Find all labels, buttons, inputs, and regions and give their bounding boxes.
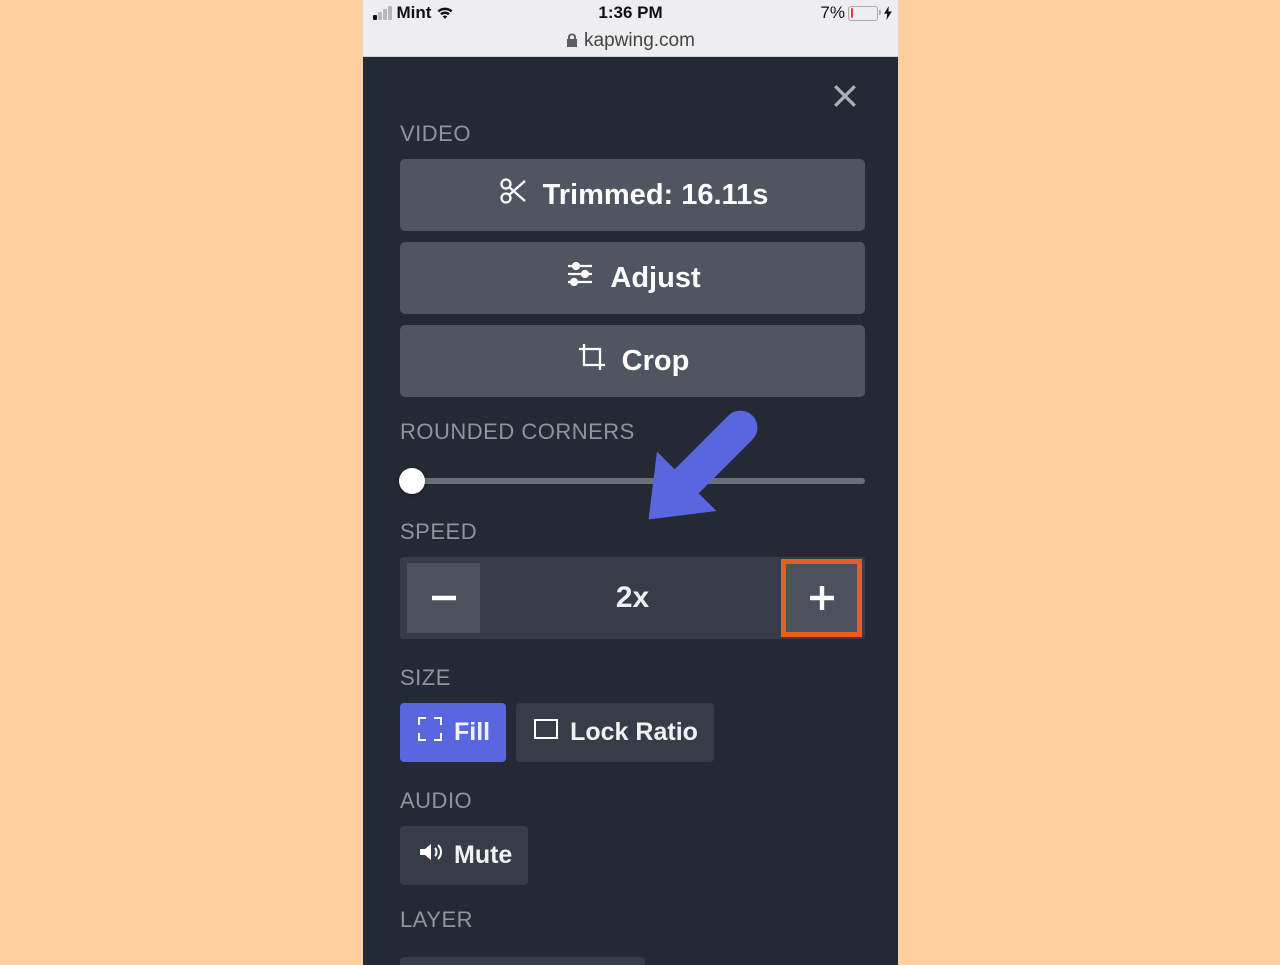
status-left: Mint <box>373 3 454 23</box>
fill-label: Fill <box>454 718 490 747</box>
adjust-label: Adjust <box>610 262 700 295</box>
trim-button[interactable]: Trimmed: 16.11s <box>400 159 865 231</box>
section-rounded: ROUNDED CORNERS <box>400 419 865 445</box>
speaker-icon <box>416 838 444 873</box>
lock-icon <box>566 33 578 48</box>
adjust-button[interactable]: Adjust <box>400 242 865 314</box>
url-text: kapwing.com <box>584 30 695 52</box>
fill-button[interactable]: Fill <box>400 703 506 762</box>
speed-value: 2x <box>480 581 785 615</box>
lock-ratio-label: Lock Ratio <box>570 718 698 747</box>
battery-percent: 7% <box>820 3 845 23</box>
section-video: VIDEO <box>400 121 865 147</box>
browser-url-bar[interactable]: kapwing.com <box>363 25 898 57</box>
lock-ratio-button[interactable]: Lock Ratio <box>516 703 714 762</box>
speed-decrease-button[interactable] <box>407 563 480 633</box>
bring-forward-button[interactable]: Bring Forward <box>400 957 645 965</box>
crop-label: Crop <box>622 345 690 378</box>
crop-button[interactable]: Crop <box>400 325 865 397</box>
editor-panel: VIDEO Trimmed: 16.11s Adjust <box>363 57 898 965</box>
trim-label: Trimmed: 16.11s <box>543 179 769 212</box>
phone-frame: Mint 1:36 PM 7% kapwing.com VIDEO <box>363 0 898 965</box>
mute-button[interactable]: Mute <box>400 826 528 885</box>
mute-label: Mute <box>454 841 512 870</box>
battery-icon <box>848 6 878 21</box>
charging-icon <box>881 6 892 20</box>
clock: 1:36 PM <box>598 3 662 23</box>
crop-icon <box>576 341 608 381</box>
carrier-label: Mint <box>397 3 432 23</box>
section-audio: AUDIO <box>400 788 865 814</box>
scissors-icon <box>497 175 529 215</box>
cell-signal-icon <box>373 6 392 20</box>
section-size: SIZE <box>400 665 865 691</box>
rounded-corners-slider[interactable] <box>400 471 865 491</box>
speed-increase-button[interactable] <box>785 563 858 633</box>
speed-control: 2x <box>400 557 865 639</box>
sliders-icon <box>564 258 596 298</box>
status-right: 7% <box>820 3 892 23</box>
settings-scroll: VIDEO Trimmed: 16.11s Adjust <box>400 107 865 965</box>
status-bar: Mint 1:36 PM 7% <box>363 0 898 25</box>
aspect-ratio-icon <box>532 715 560 750</box>
fill-icon <box>416 715 444 750</box>
section-speed: SPEED <box>400 519 865 545</box>
slider-knob[interactable] <box>399 468 425 494</box>
wifi-icon <box>436 6 454 20</box>
section-layer: LAYER <box>400 907 865 933</box>
